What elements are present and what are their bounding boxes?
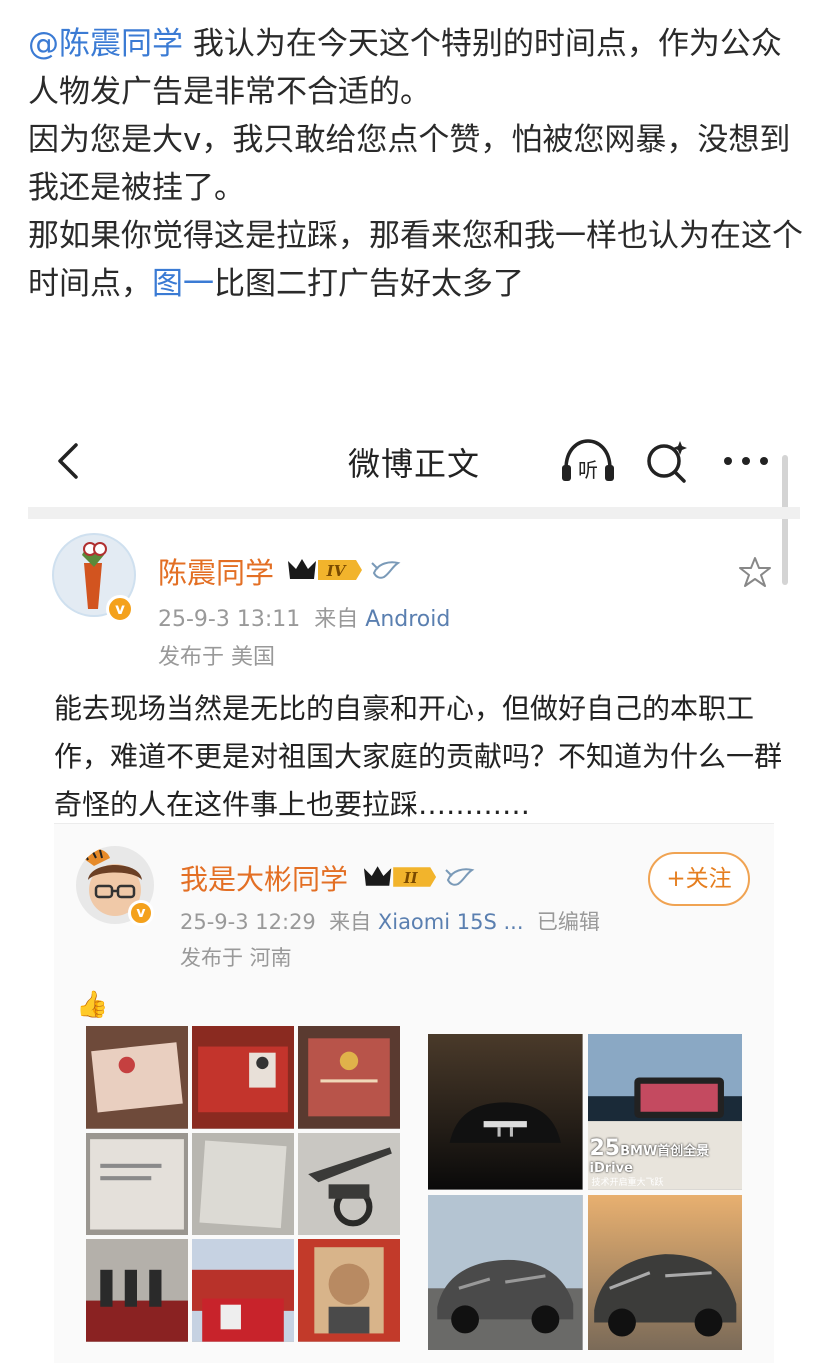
listen-label: 听	[578, 458, 598, 482]
bmw-subcaption: 技术开启重大飞跃	[591, 1177, 664, 1188]
car-photo[interactable]	[428, 1034, 583, 1190]
repost-meta: 25-9-3 12:29 来自 Xiaomi 15S ... 已编辑	[180, 906, 600, 936]
car-photo[interactable]: 25BMW首创全景iDrive 技术开启重大飞跃	[587, 1034, 742, 1190]
post-meta: 25-9-3 13:11 来自 Android	[158, 601, 450, 633]
repost-location: 发布于 河南	[180, 946, 292, 970]
bird-icon	[371, 561, 401, 579]
divider	[28, 507, 800, 519]
photo-thumbnail[interactable]	[192, 1239, 294, 1342]
photo-thumbnail[interactable]	[298, 1026, 400, 1129]
search-icon[interactable]	[642, 437, 694, 487]
thumbs-up-icon: 👍	[76, 990, 109, 1020]
image-one-link[interactable]: 图一	[152, 266, 214, 302]
car-photo[interactable]	[428, 1194, 583, 1350]
weibo-screenshot: 微博正文 听 v 陈震同学 IV 25-9-3 13:11 来自 Android…	[28, 415, 800, 1365]
photo-thumbnail[interactable]	[86, 1026, 188, 1129]
nav-bar: 微博正文 听	[28, 415, 800, 509]
listen-icon[interactable]: 听	[558, 437, 618, 487]
image-grid-one	[86, 1026, 400, 1342]
mention-link[interactable]: @陈震同学	[28, 26, 183, 62]
repost-author-name[interactable]: 我是大彬同学	[180, 858, 348, 898]
level-text: IV	[326, 562, 347, 580]
favorite-star-icon[interactable]	[738, 555, 772, 589]
more-icon[interactable]	[722, 451, 770, 471]
repost-level-text: II	[403, 870, 419, 887]
repost-from-label: 来自	[329, 910, 372, 934]
comment-line-2: 因为您是大v，我只敢给您点个赞，怕被您网暴，没想到我还是被挂了。	[28, 122, 791, 206]
bmw-caption: 25BMW首创全景iDrive	[589, 1135, 710, 1176]
post-date: 25-9-3 13:11	[158, 607, 301, 632]
photo-thumbnail[interactable]	[86, 1239, 188, 1342]
photo-thumbnail[interactable]	[192, 1026, 294, 1129]
image-grid-two: 25BMW首创全景iDrive 技术开启重大飞跃	[428, 1034, 742, 1350]
post-content: 能去现场当然是无比的自豪和开心，但做好自己的本职工作，难道不更是对祖国大家庭的贡…	[54, 692, 783, 821]
comment-line-3-suffix: 比图二打广告好太多了	[214, 266, 524, 302]
post-location: 发布于 美国	[158, 645, 275, 670]
post-author-name[interactable]: 陈震同学	[158, 550, 274, 592]
verified-badge: v	[106, 595, 134, 623]
repost-date: 25-9-3 12:29	[180, 910, 316, 934]
photo-thumbnail[interactable]	[298, 1239, 400, 1342]
level-badge-icon: IV	[288, 559, 362, 580]
post-from-label: 来自	[314, 607, 359, 632]
scrollbar[interactable]	[782, 455, 788, 585]
photo-thumbnail[interactable]	[86, 1132, 188, 1236]
repost-source[interactable]: Xiaomi 15S ...	[378, 910, 524, 934]
comment-text: @陈震同学 我认为在今天这个特别的时间点，作为公众人物发广告是非常不合适的。 因…	[28, 20, 808, 308]
repost-card[interactable]: v 我是大彬同学 II +关注 25-9-3 12:29 来自 Xiaomi 1…	[54, 823, 774, 1363]
post-source[interactable]: Android	[365, 607, 450, 632]
photo-thumbnail[interactable]	[298, 1132, 400, 1236]
repost-bird-icon	[445, 868, 475, 886]
follow-button[interactable]: +关注	[648, 852, 750, 906]
photo-thumbnail[interactable]	[192, 1132, 294, 1236]
car-photo[interactable]	[587, 1194, 742, 1350]
repost-level-badge-icon: II	[363, 866, 437, 887]
repost-edited: 已编辑	[536, 910, 600, 934]
repost-verified-badge: v	[128, 900, 154, 926]
